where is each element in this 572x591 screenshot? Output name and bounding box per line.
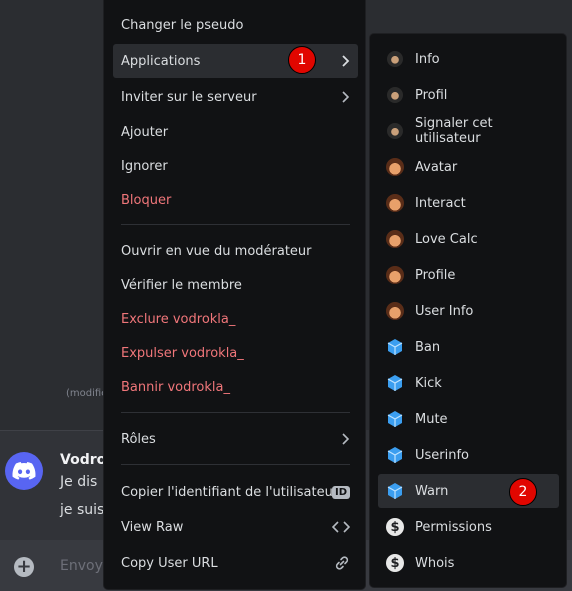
code-icon xyxy=(332,510,350,544)
discord-logo-icon xyxy=(12,462,36,480)
anime-avatar-icon xyxy=(386,158,404,176)
submenu-item-label: Info xyxy=(415,51,440,67)
submenu-item-label: Warn xyxy=(415,483,449,499)
blue-cube-icon xyxy=(386,482,404,500)
menu-item-copy-user-url[interactable]: Copy User URL xyxy=(113,546,358,580)
message-text: je suis xyxy=(60,502,105,518)
menu-separator xyxy=(121,224,350,225)
chevron-right-icon xyxy=(340,44,350,78)
submenu-item-user-info[interactable]: User Info xyxy=(378,294,559,328)
submenu-item-ban[interactable]: Ban xyxy=(378,330,559,364)
menu-item-ban[interactable]: Bannir vodrokla_ xyxy=(113,370,358,404)
menu-item-label: Copier l'identifiant de l'utilisateur xyxy=(121,484,339,500)
submenu-item-label: Mute xyxy=(415,411,448,427)
chevron-right-icon xyxy=(340,80,350,114)
submenu-item-permissions[interactable]: $ Permissions xyxy=(378,510,559,544)
menu-item-label: Inviter sur le serveur xyxy=(121,89,257,105)
menu-item-verify-member[interactable]: Vérifier le membre xyxy=(113,268,358,302)
menu-item-block[interactable]: Bloquer xyxy=(113,183,358,217)
menu-item-label: Applications xyxy=(121,53,201,69)
submenu-item-label: Signaler cet utilisateur xyxy=(415,116,493,146)
menu-item-change-nickname[interactable]: Changer le pseudo xyxy=(113,8,358,42)
step-badge-2: 2 xyxy=(509,478,537,506)
anime-avatar-icon xyxy=(386,302,404,320)
menu-item-timeout[interactable]: Exclure vodrokla_ xyxy=(113,302,358,336)
submenu-item-label: Whois xyxy=(415,555,455,571)
submenu-item-userinfo[interactable]: Userinfo xyxy=(378,438,559,472)
submenu-item-love-calc[interactable]: Love Calc xyxy=(378,222,559,256)
menu-item-label: Rôles xyxy=(121,431,156,447)
menu-item-label: Bannir vodrokla_ xyxy=(121,379,230,395)
submenu-item-mute[interactable]: Mute xyxy=(378,402,559,436)
submenu-item-label: Kick xyxy=(415,375,442,391)
menu-item-label: Expulser vodrokla_ xyxy=(121,345,244,361)
blue-cube-icon xyxy=(386,446,404,464)
submenu-item-label: Interact xyxy=(415,195,466,211)
message-text: Je dis xyxy=(60,474,98,490)
blue-cube-icon xyxy=(386,410,404,428)
applications-submenu: Info Profil Signaler cet utilisateur Ava… xyxy=(369,33,567,588)
submenu-item-label: Permissions xyxy=(415,519,492,535)
id-icon: ID xyxy=(331,475,350,509)
submenu-item-kick[interactable]: Kick xyxy=(378,366,559,400)
submenu-item-label: Profil xyxy=(415,87,448,103)
menu-item-label: View Raw xyxy=(121,519,184,535)
submenu-item-profil[interactable]: Profil xyxy=(378,78,559,112)
dark-avatar-icon xyxy=(386,86,404,104)
anime-avatar-icon xyxy=(386,194,404,212)
menu-separator xyxy=(121,464,350,465)
submenu-item-whois[interactable]: $ Whois xyxy=(378,546,559,580)
anime-avatar-icon xyxy=(386,266,404,284)
menu-item-ignore[interactable]: Ignorer xyxy=(113,149,358,183)
avatar[interactable] xyxy=(5,452,43,490)
menu-item-copy-user-id[interactable]: Copier l'identifiant de l'utilisateur ID xyxy=(113,475,358,509)
menu-item-applications[interactable]: Applications xyxy=(113,44,358,78)
divider xyxy=(0,430,110,431)
submenu-item-label: User Info xyxy=(415,303,474,319)
submenu-item-label: Love Calc xyxy=(415,231,478,247)
add-attachment-button[interactable]: + xyxy=(14,557,34,577)
menu-item-open-moderator-view[interactable]: Ouvrir en vue du modérateur xyxy=(113,234,358,268)
menu-item-label: Ouvrir en vue du modérateur xyxy=(121,243,312,259)
s-logo-icon: $ xyxy=(386,518,404,536)
menu-item-label: Copy User URL xyxy=(121,555,218,571)
submenu-item-profile[interactable]: Profile xyxy=(378,258,559,292)
submenu-item-interact[interactable]: Interact xyxy=(378,186,559,220)
menu-item-label: Ignorer xyxy=(121,158,168,174)
s-logo-icon: $ xyxy=(386,554,404,572)
user-context-menu: Changer le pseudo Applications Inviter s… xyxy=(103,0,366,590)
menu-item-kick[interactable]: Expulser vodrokla_ xyxy=(113,336,358,370)
submenu-item-report-user[interactable]: Signaler cet utilisateur xyxy=(378,114,559,148)
submenu-item-info[interactable]: Info xyxy=(378,42,559,76)
submenu-item-label: Profile xyxy=(415,267,456,283)
submenu-item-label: Ban xyxy=(415,339,441,355)
dark-avatar-icon xyxy=(386,50,404,68)
submenu-item-label: Avatar xyxy=(415,159,458,175)
menu-item-roles[interactable]: Rôles xyxy=(113,422,358,456)
menu-item-add-friend[interactable]: Ajouter xyxy=(113,115,358,149)
blue-cube-icon xyxy=(386,338,404,356)
menu-item-invite-to-server[interactable]: Inviter sur le serveur xyxy=(113,80,358,114)
menu-item-view-raw[interactable]: View Raw xyxy=(113,510,358,544)
anime-avatar-icon xyxy=(386,230,404,248)
link-icon xyxy=(334,546,350,580)
menu-item-label: Ajouter xyxy=(121,124,169,140)
menu-separator xyxy=(121,412,350,413)
menu-item-label: Vérifier le membre xyxy=(121,277,242,293)
dark-avatar-icon xyxy=(386,122,404,140)
menu-item-label: Changer le pseudo xyxy=(121,17,244,33)
blue-cube-icon xyxy=(386,374,404,392)
edited-label: (modifié xyxy=(66,388,108,399)
submenu-item-label: Userinfo xyxy=(415,447,470,463)
menu-item-label: Exclure vodrokla_ xyxy=(121,311,236,327)
chevron-right-icon xyxy=(340,422,350,456)
menu-item-label: Bloquer xyxy=(121,192,172,208)
submenu-item-avatar[interactable]: Avatar xyxy=(378,150,559,184)
step-badge-1: 1 xyxy=(288,46,316,74)
